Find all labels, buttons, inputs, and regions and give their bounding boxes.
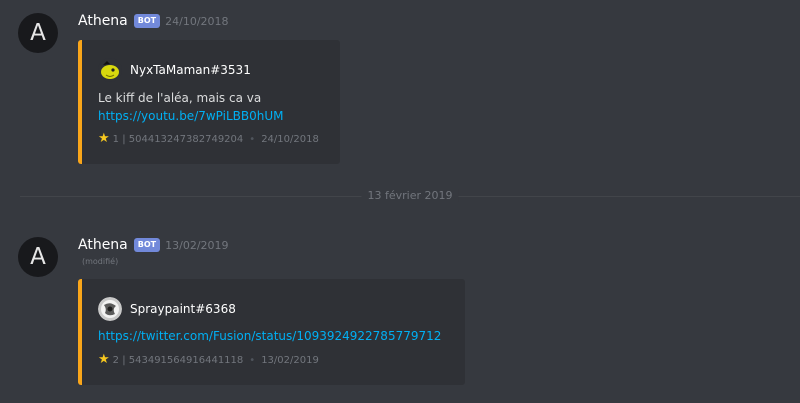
embed-author: NyxTaMaman#3531 <box>98 58 251 82</box>
embed-link[interactable]: https://twitter.com/Fusion/status/109392… <box>98 327 441 345</box>
date-divider: 13 février 2019 <box>20 189 800 202</box>
author-avatar[interactable] <box>98 58 122 82</box>
embed-author-name[interactable]: Spraypaint#6368 <box>130 302 236 316</box>
embed-description: Le kiff de l'aléa, mais ca va https://yo… <box>98 89 284 125</box>
footer-date: 24/10/2018 <box>261 133 319 145</box>
avatar[interactable]: A <box>18 13 58 53</box>
message-header: Athena BOT 13/02/2019 <box>78 234 229 256</box>
star-icon: ★ <box>98 352 110 367</box>
username[interactable]: Athena <box>78 237 128 253</box>
embed: NyxTaMaman#3531 Le kiff de l'aléa, mais … <box>78 40 340 164</box>
embed-footer: ★ 2 | 543491564916441118 • 13/02/2019 <box>98 353 319 367</box>
chat-messages: A Athena BOT 24/10/2018 NyxTaMaman#3531 <box>0 0 800 403</box>
timestamp: 24/10/2018 <box>165 14 229 28</box>
bot-tag: BOT <box>133 14 161 28</box>
timestamp: 13/02/2019 <box>165 238 229 252</box>
footer-id: 1 | 504413247382749204 <box>112 133 244 145</box>
embed-author: Spraypaint#6368 <box>98 297 236 321</box>
avatar[interactable]: A <box>18 237 58 277</box>
embed-text: Le kiff de l'aléa, mais ca va <box>98 91 262 105</box>
embed-link[interactable]: https://youtu.be/7wPiLBB0hUM <box>98 107 284 125</box>
embed-description: https://twitter.com/Fusion/status/109392… <box>98 327 441 345</box>
footer-id: 2 | 543491564916441118 <box>112 354 244 366</box>
embed: Spraypaint#6368 https://twitter.com/Fusi… <box>78 279 465 385</box>
bot-tag: BOT <box>133 238 161 252</box>
footer-separator: • <box>249 133 256 145</box>
footer-date: 13/02/2019 <box>261 354 319 366</box>
date-divider-label: 13 février 2019 <box>361 189 459 202</box>
username[interactable]: Athena <box>78 13 128 29</box>
star-icon: ★ <box>98 131 110 146</box>
edited-label: (modifié) <box>82 257 119 266</box>
message-header: Athena BOT 24/10/2018 <box>78 10 229 32</box>
author-avatar[interactable] <box>98 297 122 321</box>
embed-footer: ★ 1 | 504413247382749204 • 24/10/2018 <box>98 132 319 146</box>
embed-author-name[interactable]: NyxTaMaman#3531 <box>130 63 251 77</box>
footer-separator: • <box>249 354 256 366</box>
